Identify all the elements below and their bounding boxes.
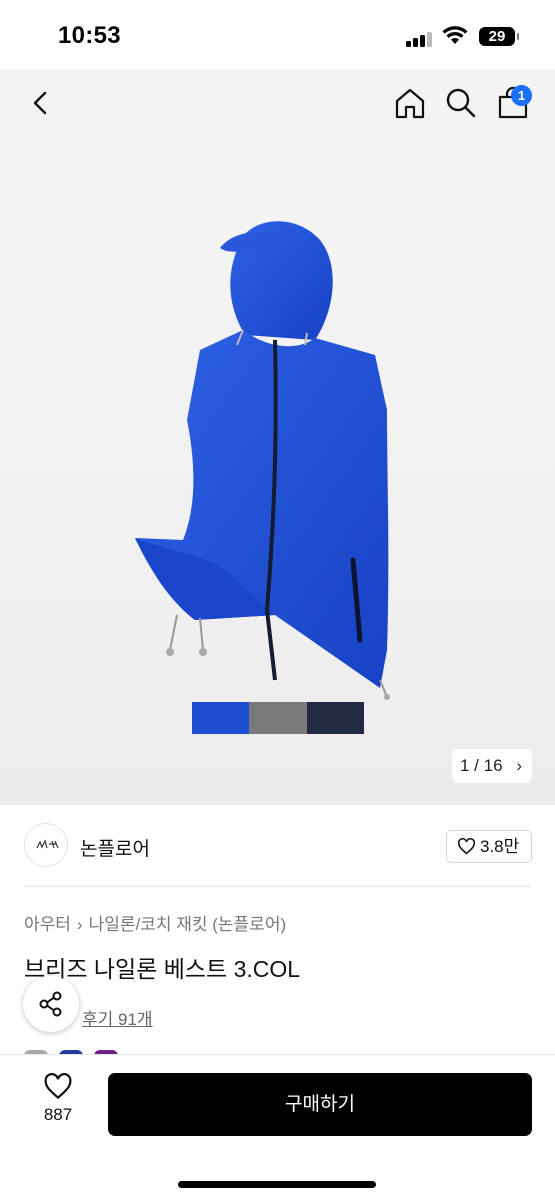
cart-count-badge: 1 (511, 85, 532, 106)
breadcrumb-item[interactable]: 나일론/코치 재킷 (논플로어) (89, 915, 287, 934)
divider (24, 886, 531, 887)
swatch-gray (249, 702, 307, 734)
shop-name[interactable]: 논플로어 (80, 834, 150, 861)
review-link[interactable]: 후기 91개 (82, 1005, 153, 1030)
heart-icon (457, 838, 476, 855)
shop-logo[interactable] (24, 823, 68, 867)
battery-icon: 29 (479, 27, 519, 46)
breadcrumb: 아우터 › 나일론/코치 재킷 (논플로어) (24, 910, 286, 935)
breadcrumb-separator: › (76, 915, 83, 934)
shop-row: 논플로어 3.8만 (0, 820, 555, 872)
chevron-right-icon: › (516, 756, 522, 775)
product-photo[interactable] (125, 210, 405, 700)
signal-icon (406, 31, 434, 47)
wifi-icon (442, 26, 468, 44)
page-indicator-text: 1 / 16 (460, 756, 503, 775)
swatch-navy (306, 702, 364, 734)
bottom-action-bar: 887 구매하기 (0, 1054, 555, 1200)
share-button[interactable] (23, 976, 79, 1032)
shop-logo-mark (36, 839, 59, 849)
breadcrumb-item[interactable]: 아우터 (24, 915, 71, 934)
wishlist-button[interactable]: 887 (30, 1073, 86, 1143)
home-indicator[interactable] (178, 1181, 376, 1188)
back-icon[interactable] (26, 88, 56, 118)
product-title: 브리즈 나일론 베스트 3.COL (24, 956, 301, 982)
shop-like-count: 3.8만 (480, 837, 520, 856)
home-icon[interactable] (393, 86, 427, 120)
color-swatches (192, 702, 364, 734)
status-bar: 10:53 29 (0, 0, 555, 70)
status-time: 10:53 (58, 22, 121, 49)
share-icon (39, 991, 62, 1017)
image-page-indicator[interactable]: 1 / 16 › (452, 749, 532, 783)
wishlist-count: 887 (43, 1105, 73, 1124)
search-icon[interactable] (444, 86, 478, 120)
buy-button[interactable]: 구매하기 (108, 1073, 532, 1136)
shop-like-button[interactable]: 3.8만 (446, 830, 532, 863)
swatch-blue (192, 702, 250, 734)
heart-icon (44, 1073, 72, 1100)
